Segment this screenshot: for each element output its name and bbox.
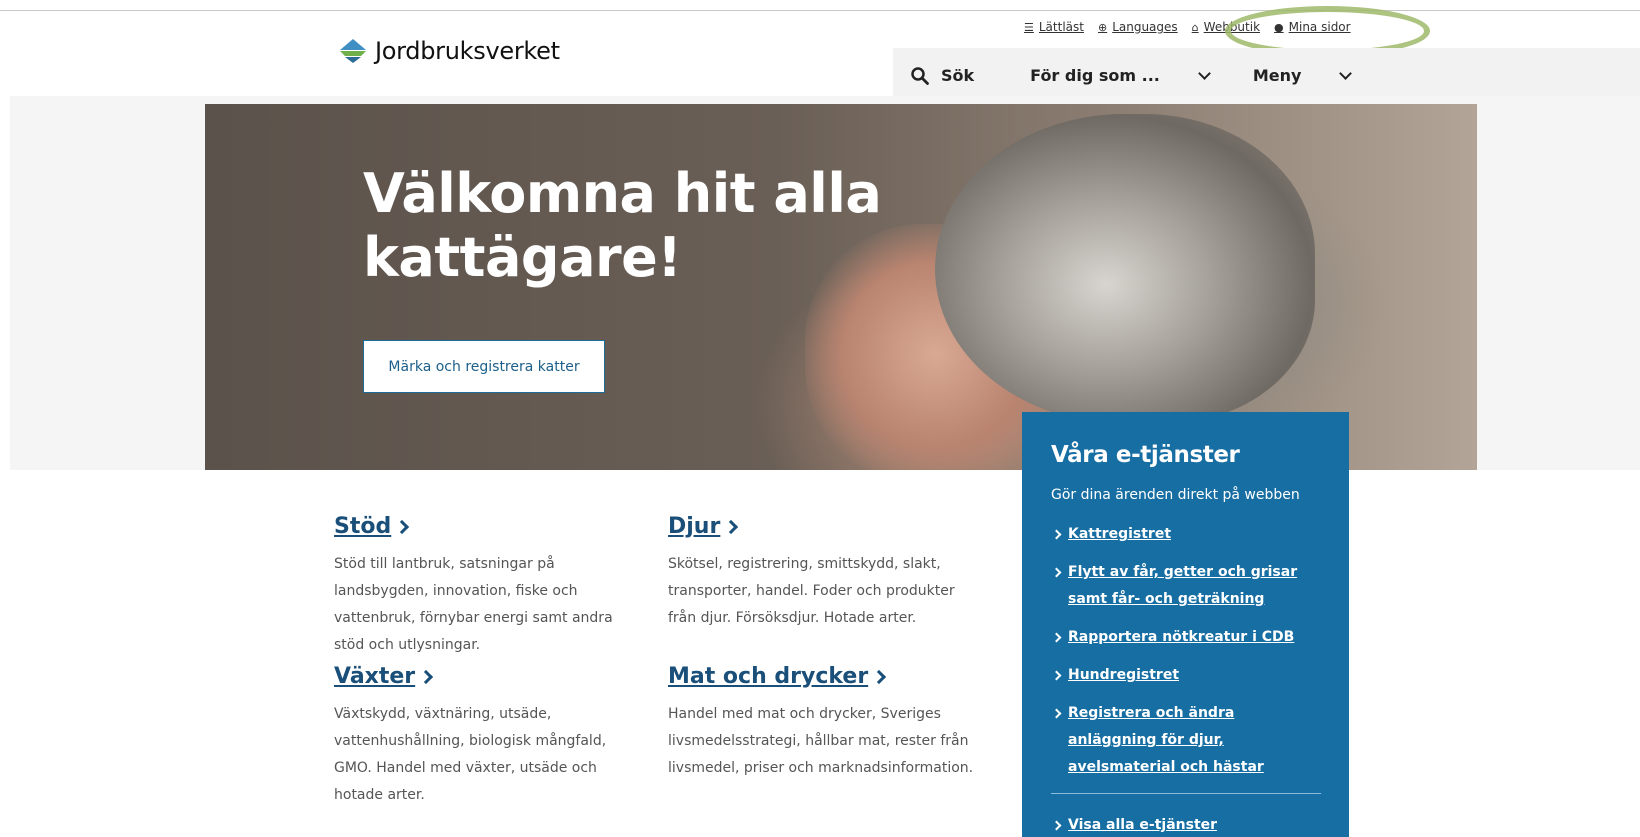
- eservice-link[interactable]: Kattregistret: [1051, 521, 1321, 548]
- menu-dropdown[interactable]: Meny: [1252, 66, 1353, 85]
- top-divider: [0, 10, 1640, 11]
- category-stod: Stöd Stöd till lantbruk, satsningar på l…: [334, 514, 644, 659]
- category-title[interactable]: Mat och drycker: [668, 664, 978, 689]
- eservices-panel: Våra e-tjänster Gör dina ärenden direkt …: [1022, 412, 1349, 837]
- category-title[interactable]: Växter: [334, 664, 644, 689]
- eservice-link[interactable]: Flytt av får, getter och grisar samt får…: [1051, 559, 1321, 613]
- eservices-subtitle: Gör dina ärenden direkt på webben: [1051, 487, 1300, 503]
- languages-link[interactable]: ⊕ Languages: [1098, 20, 1178, 34]
- easy-read-link[interactable]: ☰ Lättläst: [1024, 20, 1084, 34]
- category-text: Stöd till lantbruk, satsningar på landsb…: [334, 556, 613, 653]
- chevron-right-icon: [395, 519, 410, 534]
- eservice-link[interactable]: Hundregistret: [1051, 662, 1321, 689]
- globe-icon: ⊕: [1097, 20, 1108, 34]
- basket-icon: ⌂: [1191, 20, 1199, 34]
- eservice-link[interactable]: Rapportera nötkreatur i CDB: [1051, 624, 1321, 651]
- category-title[interactable]: Stöd: [334, 514, 644, 539]
- search-button[interactable]: Sök: [911, 66, 974, 85]
- category-vaxter: Växter Växtskydd, växtnäring, utsäde, va…: [334, 664, 644, 809]
- category-text: Växtskydd, växtnäring, utsäde, vattenhus…: [334, 706, 607, 803]
- chevron-right-icon: [724, 519, 739, 534]
- eservices-all: Visa alla e-tjänster: [1051, 812, 1321, 837]
- eservices-divider: [1051, 793, 1321, 794]
- page: ☰ Lättläst ⊕ Languages ⌂ Webbutik ● Mina…: [0, 0, 1640, 837]
- site-logo[interactable]: Jordbruksverket: [339, 37, 560, 65]
- logo-icon: [340, 39, 366, 63]
- easy-read-icon: ☰: [1024, 20, 1034, 34]
- chevron-right-icon: [1051, 567, 1062, 578]
- hero-title: Välkomna hit alla kattägare!: [363, 162, 882, 289]
- register-cats-button[interactable]: Märka och registrera katter: [363, 340, 605, 393]
- chevron-right-icon: [1051, 529, 1062, 540]
- chevron-right-icon: [1051, 670, 1062, 681]
- chevron-right-icon: [419, 669, 434, 684]
- languages-label: Languages: [1112, 20, 1178, 34]
- category-mat-och-drycker: Mat och drycker Handel med mat och dryck…: [668, 664, 978, 782]
- category-text: Handel med mat och drycker, Sveriges liv…: [668, 706, 974, 776]
- category-title[interactable]: Djur: [668, 514, 978, 539]
- eservice-link[interactable]: Registrera och ändra anläggning för djur…: [1051, 700, 1321, 781]
- for-you-label: För dig som ...: [1030, 66, 1160, 85]
- hero-image-cat: [935, 114, 1315, 424]
- chevron-right-icon: [872, 669, 887, 684]
- logo-text: Jordbruksverket: [375, 37, 560, 65]
- chevron-down-icon: [1197, 66, 1211, 80]
- category-text: Skötsel, registrering, smittskydd, slakt…: [668, 556, 955, 626]
- chevron-down-icon: [1339, 66, 1353, 80]
- search-icon: [911, 66, 929, 85]
- easy-read-label: Lättläst: [1038, 20, 1084, 34]
- search-label: Sök: [941, 66, 975, 85]
- menu-label: Meny: [1252, 66, 1302, 85]
- chevron-right-icon: [1051, 708, 1062, 719]
- chevron-right-icon: [1051, 820, 1062, 831]
- category-djur: Djur Skötsel, registrering, smittskydd, …: [668, 514, 978, 632]
- for-you-dropdown[interactable]: För dig som ...: [1030, 66, 1211, 85]
- all-eservices-link[interactable]: Visa alla e-tjänster: [1051, 812, 1321, 837]
- eservices-list: Kattregistret Flytt av får, getter och g…: [1051, 521, 1321, 781]
- main-nav: Sök För dig som ... Meny: [893, 48, 1640, 103]
- eservices-title: Våra e-tjänster: [1051, 442, 1240, 468]
- chevron-right-icon: [1051, 632, 1062, 643]
